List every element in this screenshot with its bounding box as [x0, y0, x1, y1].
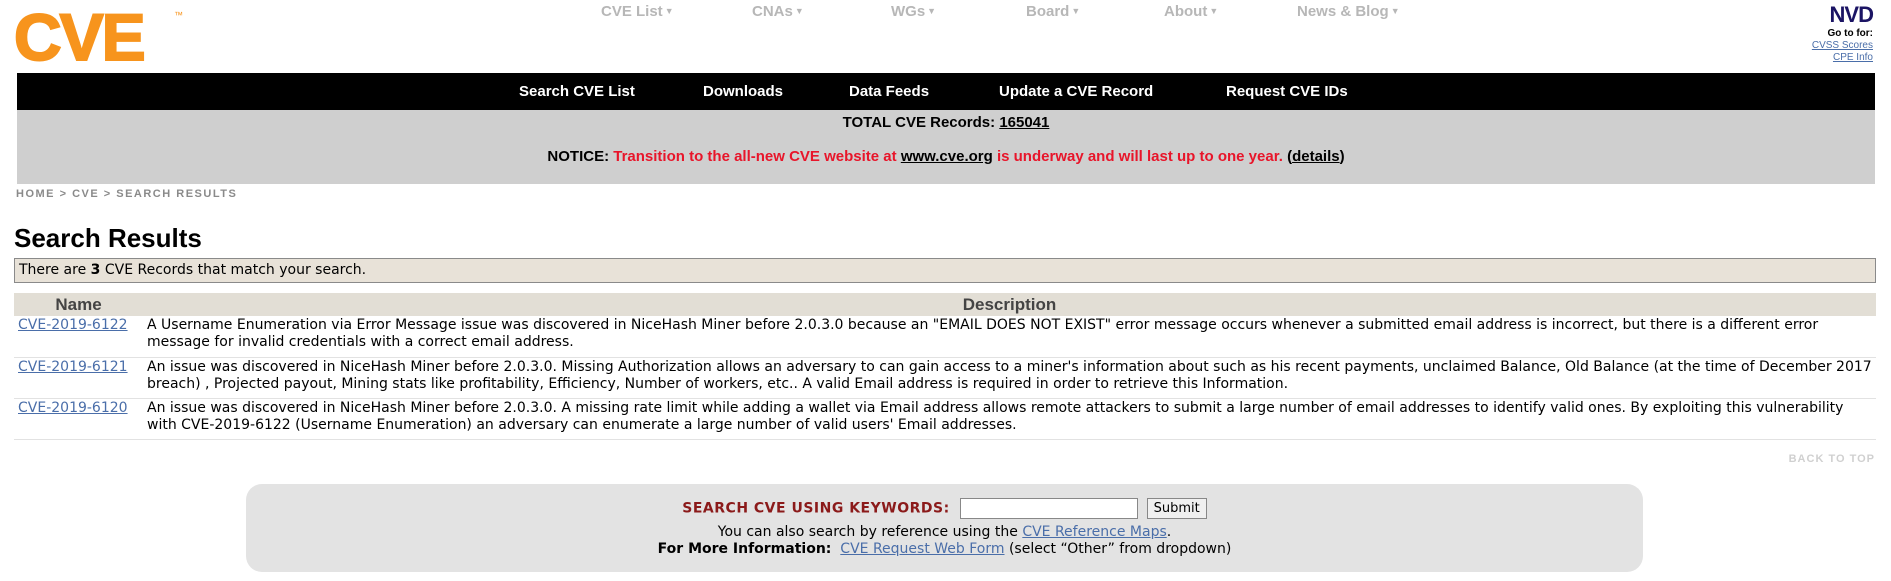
reference-maps-link[interactable]: CVE Reference Maps — [1022, 524, 1166, 540]
nvd-logo[interactable]: NVD — [1830, 2, 1874, 28]
nav-downloads[interactable]: Downloads — [703, 73, 783, 110]
match-count: 3 — [90, 262, 101, 278]
breadcrumb-home[interactable]: HOME — [16, 188, 55, 200]
table-row: CVE-2019-6121 An issue was discovered in… — [14, 357, 1876, 399]
reference-maps-line: You can also search by reference using t… — [717, 524, 1172, 540]
topnav-cve-list[interactable]: CVE List ▼ — [601, 3, 674, 20]
nav-data-feeds[interactable]: Data Feeds — [849, 73, 929, 110]
topnav-wgs[interactable]: WGs ▼ — [891, 3, 936, 20]
topnav-news-blog[interactable]: News & Blog ▼ — [1297, 3, 1400, 20]
cve-id-link[interactable]: CVE-2019-6122 — [18, 317, 128, 333]
topnav-cnas[interactable]: CNAs ▼ — [752, 3, 804, 20]
topnav-about[interactable]: About ▼ — [1164, 3, 1218, 20]
more-info-line: For More Information: CVE Request Web Fo… — [657, 541, 1232, 557]
caret-down-icon: ▼ — [927, 6, 937, 16]
cve-description: An issue was discovered in NiceHash Mine… — [143, 398, 1876, 440]
table-row: CVE-2019-6120 An issue was discovered in… — [14, 398, 1876, 440]
results-table: Name Description CVE-2019-6122 A Usernam… — [14, 293, 1876, 440]
total-records: TOTAL CVE Records: 165041 — [842, 114, 1050, 131]
cve-org-link[interactable]: www.cve.org — [901, 148, 993, 165]
breadcrumb: HOME > CVE > SEARCH RESULTS — [16, 188, 238, 200]
match-summary: There are 3 CVE Records that match your … — [14, 258, 1876, 283]
nav-search-cve-list[interactable]: Search CVE List — [519, 73, 635, 110]
cve-description: A Username Enumeration via Error Message… — [143, 316, 1876, 358]
top-nav: CVE List ▼ CNAs ▼ WGs ▼ Board ▼ About ▼ News … — [0, 3, 1891, 27]
page-title: Search Results — [14, 223, 202, 253]
caret-down-icon: ▼ — [1071, 6, 1081, 16]
caret-down-icon: ▼ — [1209, 6, 1219, 16]
request-web-form-link[interactable]: CVE Request Web Form — [840, 541, 1004, 557]
cpe-info-link[interactable]: CPE Info — [1753, 52, 1873, 64]
caret-down-icon: ▼ — [1390, 6, 1400, 16]
column-header-name: Name — [14, 293, 143, 316]
nav-request-cve-ids[interactable]: Request CVE IDs — [1226, 73, 1348, 110]
table-row: CVE-2019-6122 A Username Enumeration via… — [14, 316, 1876, 358]
breadcrumb-cve[interactable]: CVE — [72, 188, 99, 200]
keyword-search-input[interactable] — [960, 498, 1139, 519]
cve-description: An issue was discovered in NiceHash Mine… — [143, 357, 1876, 399]
cve-id-link[interactable]: CVE-2019-6120 — [18, 400, 128, 416]
cve-id-link[interactable]: CVE-2019-6121 — [18, 359, 128, 375]
submit-button[interactable]: Submit — [1146, 498, 1207, 519]
search-label: SEARCH CVE USING KEYWORDS: — [682, 500, 950, 517]
details-link[interactable]: details — [1292, 148, 1340, 165]
nvd-goto-label: Go to for: — [1827, 28, 1873, 39]
notice-message: NOTICE: Transition to the all-new CVE we… — [547, 148, 1345, 165]
caret-down-icon: ▼ — [664, 6, 674, 16]
back-to-top-link[interactable]: BACK TO TOP — [1789, 453, 1875, 465]
caret-down-icon: ▼ — [794, 6, 804, 16]
nvd-box: NVD Go to for: CVSS Scores CPE Info — [1753, 2, 1874, 64]
main-navbar: Search CVE List Downloads Data Feeds Upd… — [17, 73, 1875, 110]
breadcrumb-current: SEARCH RESULTS — [116, 188, 238, 200]
total-count-link[interactable]: 165041 — [999, 114, 1049, 131]
keyword-search-panel: SEARCH CVE USING KEYWORDS: Submit You ca… — [246, 484, 1643, 572]
notice-panel: TOTAL CVE Records: 165041 NOTICE: Transi… — [17, 110, 1875, 184]
column-header-description: Description — [143, 293, 1876, 316]
cvss-scores-link[interactable]: CVSS Scores — [1753, 40, 1873, 52]
nav-update-cve-record[interactable]: Update a CVE Record — [999, 73, 1153, 110]
topnav-board[interactable]: Board ▼ — [1026, 3, 1080, 20]
